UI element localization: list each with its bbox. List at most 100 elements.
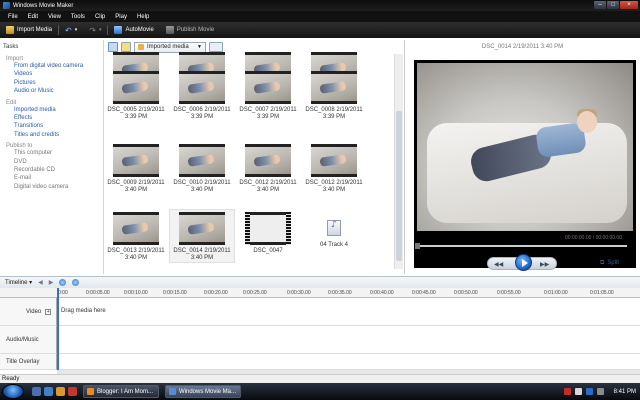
taskbar-item-movie-maker[interactable]: Windows Movie Ma... xyxy=(165,385,241,398)
menu-view[interactable]: View xyxy=(48,14,61,20)
video-thumbnail xyxy=(245,144,291,177)
media-item[interactable]: DSC_0006 2/19/2011 3:39 PM xyxy=(170,69,234,121)
track-label-video: Video + xyxy=(0,298,57,326)
expand-track-icon[interactable]: + xyxy=(45,308,52,315)
title-overlay-lane[interactable] xyxy=(57,354,640,370)
video-track-lane[interactable]: Drag media here xyxy=(57,298,640,326)
import-media-button[interactable]: Import Media xyxy=(0,22,58,38)
taskbar-item-label: Windows Movie Ma... xyxy=(179,388,237,395)
tray-icon[interactable] xyxy=(574,388,582,395)
status-bar: Ready xyxy=(0,374,640,383)
media-label: DSC_0047 xyxy=(253,248,283,254)
publish-icon xyxy=(165,26,174,34)
acrobat-icon[interactable] xyxy=(68,387,77,396)
media-item-selected[interactable]: DSC_0014 2/19/2011 3:40 PM xyxy=(169,209,235,263)
import-icon xyxy=(6,26,14,34)
ruler-tick-label: 0:01:05.00 xyxy=(590,290,614,296)
timeline-toolbar: Timeline ▾ ◀ ▶ xyxy=(0,276,640,288)
ruler-tick-label: 0:00:55.00 xyxy=(497,290,521,296)
preview-frame-image xyxy=(417,63,633,231)
undo-button[interactable]: ↶ ▾ xyxy=(59,22,83,38)
menu-file[interactable]: File xyxy=(8,14,18,20)
task-link-titles-credits[interactable]: Titles and credits xyxy=(3,131,100,139)
menu-play[interactable]: Play xyxy=(115,14,127,20)
playhead[interactable] xyxy=(57,288,59,372)
task-link-publish-cd[interactable]: Recordable CD xyxy=(3,166,100,174)
taskbar-item-label: Blogger: I Am Mom... xyxy=(97,388,154,395)
task-link-effects[interactable]: Effects xyxy=(3,114,100,122)
close-button[interactable]: × xyxy=(620,1,638,9)
firefox-icon[interactable] xyxy=(56,387,65,396)
menu-clip[interactable]: Clip xyxy=(95,14,105,20)
audio-file-icon xyxy=(327,220,341,236)
minimize-button[interactable]: – xyxy=(594,1,606,9)
window-title: Windows Movie Maker xyxy=(13,2,74,9)
media-item[interactable]: 04 Track 4 xyxy=(302,210,366,249)
media-item[interactable]: DSC_0008 2/19/2011 3:39 PM xyxy=(302,69,366,121)
photo-thumbnail xyxy=(245,212,291,245)
tray-icon[interactable] xyxy=(563,388,571,395)
media-item[interactable]: DSC_0013 2/19/2011 3:40 PM xyxy=(104,210,168,262)
play-timeline-icon[interactable]: ▶ xyxy=(49,279,54,286)
task-link-import-pictures[interactable]: Pictures xyxy=(3,79,100,87)
audio-track-lane[interactable] xyxy=(57,326,640,354)
media-item[interactable]: DSC_0009 2/19/2011 3:40 PM xyxy=(104,142,168,194)
media-item[interactable]: DSC_0007 2/19/2011 3:39 PM xyxy=(236,69,300,121)
seek-bar[interactable] xyxy=(415,243,627,249)
media-scrollbar[interactable] xyxy=(394,54,403,269)
task-link-publish-email[interactable]: E-mail xyxy=(3,174,100,182)
automovie-button[interactable]: AutoMovie xyxy=(108,22,159,38)
menu-help[interactable]: Help xyxy=(137,14,149,20)
media-label: DSC_0008 2/19/2011 3:39 PM xyxy=(305,107,363,120)
task-link-publish-computer[interactable]: This computer xyxy=(3,149,100,157)
undo-dropdown-icon[interactable]: ▾ xyxy=(75,27,78,33)
undo-icon: ↶ xyxy=(65,25,72,35)
media-item[interactable]: DSC_0010 2/19/2011 3:40 PM xyxy=(170,142,234,194)
timeline-tracks: Video + Drag media here Audio/Music Titl… xyxy=(0,298,640,370)
scrollbar-thumb[interactable] xyxy=(396,111,402,261)
media-item[interactable]: DSC_0012 2/19/2011 3:40 PM xyxy=(302,142,366,194)
publish-movie-button[interactable]: Publish Movie xyxy=(160,22,220,38)
zoom-out-icon[interactable] xyxy=(72,279,80,286)
start-button[interactable] xyxy=(2,384,24,399)
task-link-transitions[interactable]: Transitions xyxy=(3,122,100,130)
task-link-imported-media[interactable]: Imported media xyxy=(3,106,100,114)
task-link-import-audio[interactable]: Audio or Music xyxy=(3,87,100,95)
media-label: DSC_0010 2/19/2011 3:40 PM xyxy=(173,180,231,193)
toolbar: Import Media ↶ ▾ ↷ ▾ AutoMovie Publish M… xyxy=(0,22,640,38)
rewind-timeline-icon[interactable]: ◀ xyxy=(38,279,43,286)
zoom-in-icon[interactable] xyxy=(59,279,67,286)
split-button[interactable]: ⧉ Split xyxy=(600,260,619,267)
media-item[interactable]: DSC_0005 2/19/2011 3:39 PM xyxy=(104,69,168,121)
ruler-tick-label: 0:00:10.00 xyxy=(124,290,148,296)
timeline-dropdown[interactable]: Timeline ▾ xyxy=(5,279,32,286)
redo-button[interactable]: ↷ ▾ xyxy=(83,22,107,38)
menu-tools[interactable]: Tools xyxy=(71,14,85,20)
media-label: DSC_0006 2/19/2011 3:39 PM xyxy=(173,107,231,120)
play-button[interactable] xyxy=(515,254,532,271)
ruler-tick-label: 0:00:30.00 xyxy=(287,290,311,296)
menu-edit[interactable]: Edit xyxy=(28,14,38,20)
taskbar-item-blogger[interactable]: Blogger: I Am Mom... xyxy=(83,385,159,398)
fast-forward-icon[interactable]: ▶▶ xyxy=(540,261,549,268)
task-link-publish-dvd[interactable]: DVD xyxy=(3,158,100,166)
media-item[interactable]: DSC_0012 2/19/2011 3:40 PM xyxy=(236,142,300,194)
ie-icon[interactable] xyxy=(44,387,53,396)
show-desktop-icon[interactable] xyxy=(32,387,41,396)
maximize-button[interactable]: □ xyxy=(607,1,619,9)
video-thumbnail xyxy=(113,212,159,245)
publish-movie-label: Publish Movie xyxy=(176,27,215,33)
task-link-import-videos[interactable]: Videos xyxy=(3,70,100,78)
volume-icon[interactable] xyxy=(596,388,604,395)
rewind-icon[interactable]: ◀◀ xyxy=(494,261,503,268)
media-item[interactable]: DSC_0047 xyxy=(236,210,300,255)
tray-icon[interactable] xyxy=(585,388,593,395)
task-link-import-camera[interactable]: From digital video camera xyxy=(3,62,100,70)
ruler-tick-label: 0:00:40.00 xyxy=(370,290,394,296)
redo-dropdown-icon[interactable]: ▾ xyxy=(99,27,102,33)
ruler-tick-label: 0:00:25.00 xyxy=(243,290,267,296)
media-label: DSC_0005 2/19/2011 3:39 PM xyxy=(107,107,165,120)
media-label: 04 Track 4 xyxy=(319,242,348,248)
task-link-publish-camera[interactable]: Digital video camera xyxy=(3,183,100,191)
clock: 8:41 PM xyxy=(613,388,636,395)
